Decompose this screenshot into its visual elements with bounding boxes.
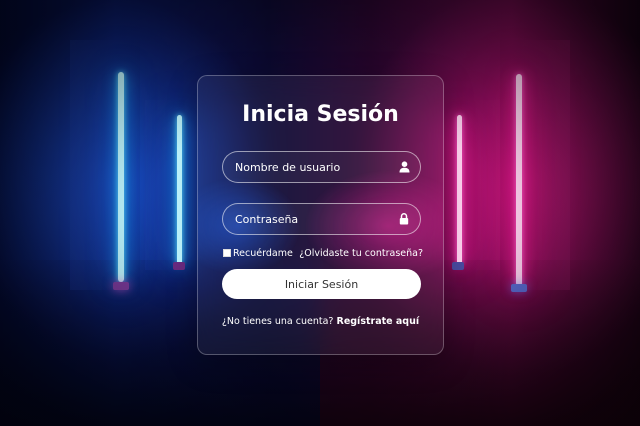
forgot-password-link[interactable]: ¿Olvidaste tu contraseña? — [299, 248, 423, 259]
signup-prompt: ¿No tienes una cuenta? Regístrate aquí — [198, 316, 443, 327]
options-row: Recuérdame ¿Olvidaste tu contraseña? — [223, 246, 423, 260]
lock-icon — [398, 213, 410, 225]
login-title: Inicia Sesión — [242, 102, 399, 127]
signup-prompt-text: ¿No tienes una cuenta? — [221, 316, 334, 327]
remember-checkbox[interactable] — [223, 249, 231, 257]
username-input[interactable] — [235, 160, 398, 174]
login-button[interactable]: Iniciar Sesión — [222, 269, 421, 299]
user-icon — [398, 161, 410, 173]
signup-link[interactable]: Regístrate aquí — [337, 316, 420, 327]
username-field[interactable] — [222, 151, 421, 183]
password-field[interactable] — [222, 203, 421, 235]
login-card: Inicia Sesión Recuérdame ¿Olvidaste tu c… — [197, 75, 444, 355]
remember-me[interactable]: Recuérdame — [223, 248, 293, 259]
password-input[interactable] — [235, 212, 398, 226]
remember-label: Recuérdame — [233, 247, 293, 259]
